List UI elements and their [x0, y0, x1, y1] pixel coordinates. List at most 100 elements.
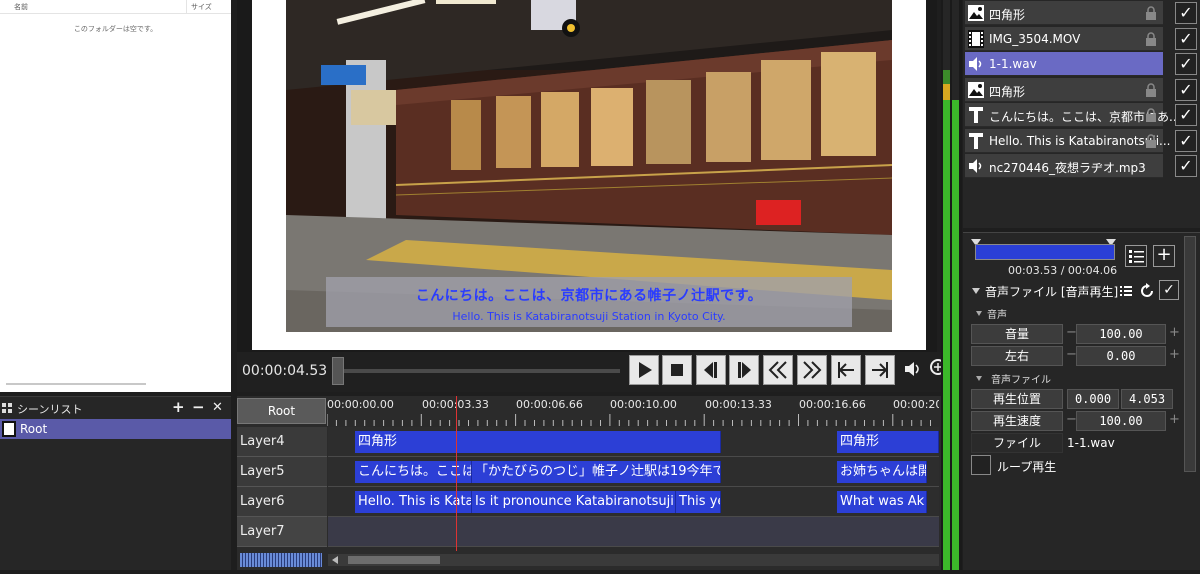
- object-row[interactable]: こんにちは。ここは、京都市にあ...: [965, 103, 1180, 127]
- layer-track[interactable]: こんにちは。ここは、京都市にある帷子ノ辻駅です。 「かたびらのつじ」帷子ノ辻駅は…: [328, 457, 939, 487]
- seek-track[interactable]: [332, 369, 620, 373]
- object-label: Hello. This is Katabiranotsuji...: [989, 133, 1171, 148]
- ruler-tick-label: 00:00:10.00: [610, 398, 677, 411]
- lock-icon[interactable]: [1145, 108, 1157, 125]
- text-icon: [969, 107, 983, 123]
- visibility-checkbox[interactable]: ✓: [1175, 78, 1197, 101]
- visibility-checkbox[interactable]: ✓: [1175, 104, 1197, 126]
- layer-track[interactable]: Hello. This is Katabiranotsuji Station I…: [328, 487, 939, 517]
- refresh-icon[interactable]: [1139, 283, 1155, 299]
- speaker-icon: [969, 57, 982, 71]
- increment-icon[interactable]: +: [1169, 325, 1180, 340]
- play-button[interactable]: [629, 355, 659, 385]
- fast-forward-button[interactable]: [797, 355, 827, 385]
- film-icon: [2, 421, 16, 437]
- remove-scene-button[interactable]: −: [192, 398, 205, 416]
- timeline-panel: Root 00:00:00.00 00:00:03.33 00:00:06.66…: [237, 396, 962, 570]
- properties-scrollbar[interactable]: [1184, 236, 1196, 472]
- volume-value[interactable]: 100.00: [1076, 324, 1166, 344]
- timeline-clip[interactable]: This year: [676, 491, 721, 513]
- layer-label[interactable]: Layer5: [237, 457, 327, 487]
- increment-icon[interactable]: +: [1169, 347, 1180, 362]
- visibility-checkbox[interactable]: ✓: [1175, 2, 1197, 24]
- stop-button[interactable]: [662, 355, 692, 385]
- loop-checkbox[interactable]: [971, 455, 991, 475]
- timeline-clip[interactable]: Hello. This is Katabiranotsuji Station: [355, 491, 472, 513]
- close-scene-list-button[interactable]: ✕: [212, 400, 223, 415]
- go-to-end-button[interactable]: [865, 355, 895, 385]
- timeline-clip[interactable]: お姉ちゃんは開: [837, 461, 927, 483]
- go-to-start-button[interactable]: [831, 355, 861, 385]
- timeline-horizontal-scrollbar[interactable]: [328, 554, 939, 566]
- time-ruler[interactable]: 00:00:00.00 00:00:03.33 00:00:06.66 00:0…: [327, 396, 939, 426]
- layer-label[interactable]: Layer7: [237, 517, 327, 547]
- file-label[interactable]: ファイル: [971, 433, 1063, 453]
- column-name-header[interactable]: 名前: [14, 2, 28, 12]
- timeline-clip[interactable]: Is it pronounce Katabiranotsuji: [472, 491, 676, 513]
- prev-frame-button[interactable]: [696, 355, 726, 385]
- lock-icon[interactable]: [1145, 133, 1157, 151]
- next-frame-button[interactable]: [729, 355, 759, 385]
- visibility-checkbox[interactable]: ✓: [1175, 129, 1197, 152]
- audio-level-meter: [941, 0, 962, 570]
- loop-label: ループ再生: [997, 460, 1057, 474]
- scene-item-root[interactable]: Root: [0, 419, 231, 439]
- scene-item-label: Root: [20, 422, 48, 436]
- add-filter-button[interactable]: +: [1153, 245, 1175, 267]
- speed-value[interactable]: 100.00: [1076, 411, 1166, 431]
- timeline-clip[interactable]: 四角形: [837, 431, 939, 453]
- object-row[interactable]: nc270446_夜想ラヂオ.mp3: [965, 154, 1163, 178]
- scroll-left-icon[interactable]: [330, 554, 340, 566]
- add-scene-button[interactable]: +: [172, 398, 185, 416]
- play-position-end[interactable]: 4.053: [1121, 389, 1173, 409]
- image-icon: [968, 81, 984, 98]
- timeline-clip[interactable]: こんにちは。ここは、京都市にある帷子ノ辻駅です。: [355, 461, 472, 483]
- layer-label[interactable]: Layer6: [237, 487, 327, 517]
- playhead[interactable]: [456, 396, 457, 551]
- properties-panel: 00:03.53 / 00:04.06 + 音声ファイル [音声再生] ✓ 音声…: [963, 232, 1200, 570]
- visibility-checkbox[interactable]: ✓: [1175, 27, 1197, 50]
- increment-icon[interactable]: +: [1169, 412, 1180, 427]
- collapse-icon[interactable]: [975, 309, 983, 317]
- object-row[interactable]: 四角形: [965, 1, 1163, 25]
- collapse-icon[interactable]: [971, 286, 981, 296]
- filter-enable-checkbox[interactable]: ✓: [1159, 280, 1179, 300]
- object-row[interactable]: IMG_3504.MOV: [965, 26, 1163, 51]
- timeline-clip[interactable]: What was Ak: [837, 491, 927, 513]
- playback-time: 00:03.53 / 00:04.06: [1008, 264, 1118, 277]
- play-position-start[interactable]: 0.000: [1067, 389, 1119, 409]
- visibility-checkbox[interactable]: ✓: [1175, 53, 1197, 75]
- lock-icon[interactable]: [1145, 6, 1157, 23]
- file-name-value: 1-1.wav: [1067, 436, 1115, 450]
- object-row[interactable]: Hello. This is Katabiranotsuji...: [965, 128, 1171, 153]
- lock-icon[interactable]: [1145, 31, 1157, 49]
- layer-track[interactable]: [328, 517, 939, 547]
- timeline-root-button[interactable]: Root: [237, 398, 326, 424]
- rewind-button[interactable]: [763, 355, 793, 385]
- collapse-icon[interactable]: [975, 374, 983, 382]
- timeline-clip[interactable]: 「かたびらのつじ」帷子ノ辻駅は19今年で: [472, 461, 721, 483]
- layer-label[interactable]: Layer4: [237, 427, 327, 457]
- column-size-header[interactable]: サイズ: [191, 2, 212, 12]
- object-row[interactable]: 四角形: [965, 77, 1163, 102]
- layer-track[interactable]: 四角形 四角形: [328, 427, 939, 457]
- transport-bar: 00:00:04.53: [237, 352, 962, 392]
- scrollbar-thumb[interactable]: [348, 556, 440, 564]
- subtitle-overlay: こんにちは。ここは、京都市にある帷子ノ辻駅です。 Hello. This is …: [326, 277, 852, 327]
- file-browser-scrollbar[interactable]: [6, 383, 146, 385]
- object-row[interactable]: 1-1.wav: [965, 52, 1163, 76]
- ruler-tick-label: 00:00:13.33: [705, 398, 772, 411]
- object-label: IMG_3504.MOV: [989, 31, 1081, 46]
- fast-forward-icon: [803, 361, 822, 379]
- timeline-clip[interactable]: 四角形: [355, 431, 721, 453]
- menu-icon[interactable]: [1119, 284, 1133, 298]
- volume-icon[interactable]: [902, 358, 924, 380]
- pan-value[interactable]: 0.00: [1076, 346, 1166, 366]
- seek-handle[interactable]: [332, 357, 344, 385]
- lock-icon[interactable]: [1145, 82, 1157, 100]
- list-button[interactable]: [1125, 245, 1147, 267]
- volume-label: 音量: [971, 324, 1063, 344]
- playback-range-bar[interactable]: [975, 244, 1115, 260]
- ruler-tick-label: 00:00:06.66: [516, 398, 583, 411]
- visibility-checkbox[interactable]: ✓: [1175, 155, 1197, 177]
